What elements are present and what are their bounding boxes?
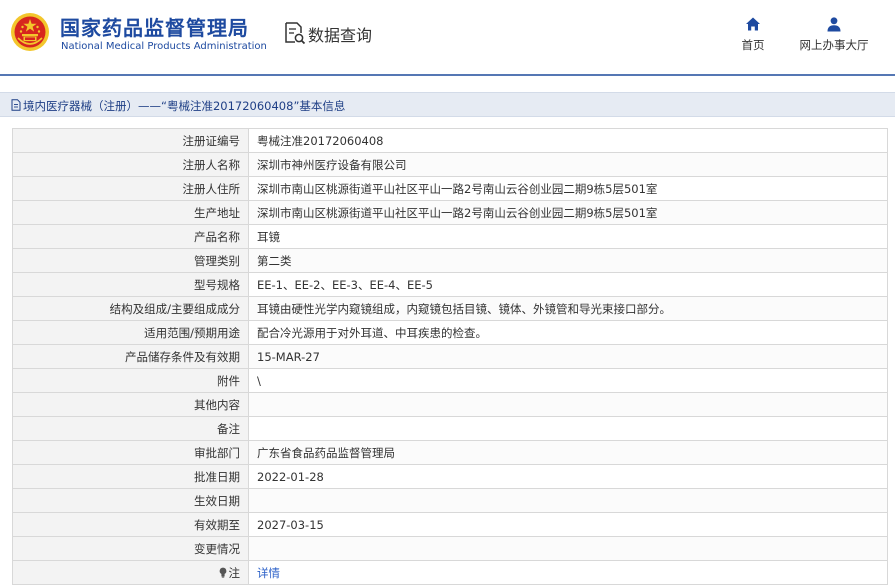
field-value: 2022-01-28 [248,464,888,489]
field-value: 配合冷光源用于对外耳道、中耳疾患的检查。 [248,320,888,345]
field-value: 耳镜由硬性光学内窥镜组成，内窥镜包括目镜、镜体、外镜管和导光束接口部分。 [248,296,888,321]
field-value [248,536,888,561]
site-logo-subtitle[interactable]: National Medical Products Administration [61,41,267,52]
nav-home[interactable]: 首页 [736,16,770,53]
field-value: 耳镜 [248,224,888,249]
field-label: 审批部门 [12,440,249,465]
field-value: 深圳市神州医疗设备有限公司 [248,152,888,177]
data-search-label[interactable]: 数据查询 [308,22,372,46]
nav-online-hall-label: 网上办事大厅 [799,38,869,52]
table-row: 注册人名称 深圳市神州医疗设备有限公司 [12,152,888,177]
table-row: 批准日期 2022-01-28 [12,464,888,489]
field-label: 生产地址 [12,200,249,225]
field-value: 深圳市南山区桃源街道平山社区平山一路2号南山云谷创业园二期9栋5层501室 [248,176,888,201]
site-logo-title[interactable]: 国家药品监督管理局 [60,12,249,41]
field-label: 批准日期 [12,464,249,489]
table-row: 产品名称 耳镜 [12,224,888,249]
field-label: 型号规格 [12,272,249,297]
field-label: 产品名称 [12,224,249,249]
note-label: 注 [228,565,241,580]
table-row: 管理类别 第二类 [12,248,888,273]
field-label: 变更情况 [12,536,249,561]
field-label: 管理类别 [12,248,249,273]
table-row: 附件 \ [12,368,888,393]
header-divider [0,74,895,76]
table-row: 其他内容 [12,392,888,417]
nav-online-hall[interactable]: 网上办事大厅 [792,16,876,53]
note-value: 详情 [248,560,888,585]
field-label: 生效日期 [12,488,249,513]
field-label: 产品储存条件及有效期 [12,344,249,369]
note-label-cell: 注 [12,560,249,585]
home-icon [746,17,760,31]
table-row: 有效期至 2027-03-15 [12,512,888,537]
document-icon [11,99,21,111]
field-label: 注册证编号 [12,128,249,153]
table-row: 生产地址 深圳市南山区桃源街道平山社区平山一路2号南山云谷创业园二期9栋5层501… [12,200,888,225]
table-row: 注册人住所 深圳市南山区桃源街道平山社区平山一路2号南山云谷创业园二期9栋5层50… [12,176,888,201]
site-header: 国家药品监督管理局 National Medical Products Admi… [0,0,895,74]
table-row: 型号规格 EE-1、EE-2、EE-3、EE-4、EE-5 [12,272,888,297]
table-row: 注册证编号 粤械注准20172060408 [12,128,888,153]
field-label: 附件 [12,368,249,393]
breadcrumb: 境内医疗器械（注册）——“粤械注准20172060408”基本信息 [0,92,895,117]
breadcrumb-text: 境内医疗器械（注册）——“粤械注准20172060408”基本信息 [23,99,346,113]
field-label: 结构及组成/主要组成成分 [12,296,249,321]
field-label: 其他内容 [12,392,249,417]
table-row: 生效日期 [12,488,888,513]
field-label: 注册人名称 [12,152,249,177]
table-row: 变更情况 [12,536,888,561]
field-value: 粤械注准20172060408 [248,128,888,153]
field-value: 第二类 [248,248,888,273]
table-row: 产品储存条件及有效期 15-MAR-27 [12,344,888,369]
field-value: EE-1、EE-2、EE-3、EE-4、EE-5 [248,272,888,297]
table-row: 备注 [12,416,888,441]
field-value: 2027-03-15 [248,512,888,537]
details-link[interactable]: 详情 [257,566,280,580]
field-value: 深圳市南山区桃源街道平山社区平山一路2号南山云谷创业园二期9栋5层501室 [248,200,888,225]
table-row: 审批部门 广东省食品药品监督管理局 [12,440,888,465]
nav-home-label: 首页 [741,38,765,52]
field-value: 广东省食品药品监督管理局 [248,440,888,465]
field-value: 15-MAR-27 [248,344,888,369]
field-label: 注册人住所 [12,176,249,201]
field-label: 适用范围/预期用途 [12,320,249,345]
national-emblem-icon [11,13,49,51]
field-label: 有效期至 [12,512,249,537]
lightbulb-icon [219,567,226,578]
field-value [248,392,888,417]
field-value [248,416,888,441]
table-row-note: 注 详情 [12,560,888,585]
detail-table: 注册证编号 粤械注准20172060408 注册人名称 深圳市神州医疗设备有限公司 … [12,128,888,585]
table-row: 结构及组成/主要组成成分 耳镜由硬性光学内窥镜组成，内窥镜包括目镜、镜体、外镜管和… [12,296,888,321]
table-row: 适用范围/预期用途 配合冷光源用于对外耳道、中耳疾患的检查。 [12,320,888,345]
field-value [248,488,888,513]
document-search-icon [285,22,306,45]
field-label: 备注 [12,416,249,441]
user-icon [827,17,841,32]
field-value: \ [248,368,888,393]
